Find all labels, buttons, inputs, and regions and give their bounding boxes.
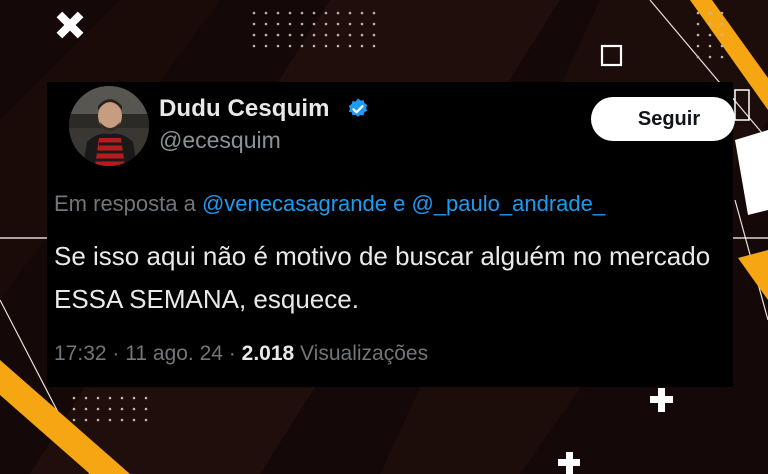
views-count: 2.018 [241,342,295,365]
tweet-text: Se isso aqui não é motivo de buscar algu… [54,241,711,314]
profile-photo [69,86,149,166]
views-label: Visualizações [300,342,429,365]
tweet-card: Dudu Cesquim @ecesquim Seguir Em respost… [47,82,735,387]
reply-mention-link[interactable]: @venecasagrande [202,191,387,216]
verified-badge-icon [348,98,368,117]
reply-context: Em resposta a @venecasagrande e @_paulo_… [54,191,605,217]
display-name[interactable]: Dudu Cesquim [159,95,330,123]
handle[interactable]: @ecesquim [159,127,281,154]
reply-mention-link[interactable]: @_paulo_andrade_ [411,191,605,216]
tweet-metadata: 17:32 · 11 ago. 24 · 2.018 Visualizações [54,342,428,366]
reply-prefix: Em resposta a [54,191,196,216]
avatar[interactable] [69,86,149,166]
reply-connector: e [393,191,406,216]
meta-separator: · [228,342,236,365]
tweet-date[interactable]: 11 ago. 24 [125,342,223,365]
follow-button[interactable]: Seguir [591,97,735,141]
meta-separator: · [112,342,120,365]
tweet-time[interactable]: 17:32 [54,342,107,365]
